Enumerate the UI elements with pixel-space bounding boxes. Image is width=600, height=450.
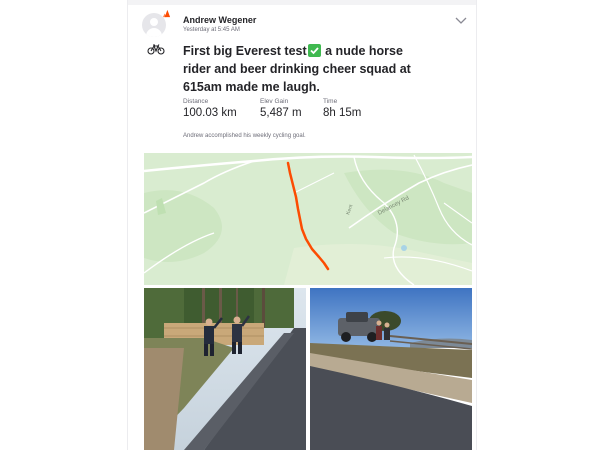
goal-achievement-text: Andrew accomplished his weekly cycling g… — [183, 133, 306, 139]
timestamp: Yesterday at 5:45 AM — [183, 27, 240, 33]
stat-value: 5,487 m — [260, 107, 302, 119]
stat-value: 100.03 km — [183, 107, 237, 119]
stat-value: 8h 15m — [323, 107, 362, 119]
stat-distance: Distance 100.03 km — [183, 98, 237, 119]
activity-title[interactable]: First big Everest test a nude horse ride… — [183, 42, 428, 96]
photo-2-image — [310, 288, 472, 450]
stat-label: Elev Gain — [260, 98, 289, 105]
checkmark-icon — [307, 44, 321, 57]
photo-road-with-parked-ute[interactable] — [310, 288, 472, 450]
photo-1-image — [144, 288, 306, 450]
map-graphic: Delancey Rd Kent — [144, 153, 472, 285]
strava-badge-icon — [162, 9, 171, 18]
card-top-divider — [128, 0, 476, 5]
activity-card: Andrew Wegener Yesterday at 5:45 AM Firs… — [127, 0, 477, 450]
route-map[interactable]: Delancey Rd Kent — [144, 153, 472, 285]
stat-elev-gain: Elev Gain 5,487 m — [260, 98, 302, 119]
title-part-1: First big Everest test — [183, 44, 307, 58]
athlete-name[interactable]: Andrew Wegener — [183, 15, 256, 25]
chevron-down-icon[interactable] — [454, 15, 468, 25]
stat-label: Distance — [183, 98, 209, 105]
stat-label: Time — [323, 98, 338, 105]
photo-road-with-cyclists-cheering[interactable] — [144, 288, 306, 450]
stat-time: Time 8h 15m — [323, 98, 361, 119]
bike-icon — [147, 44, 165, 55]
